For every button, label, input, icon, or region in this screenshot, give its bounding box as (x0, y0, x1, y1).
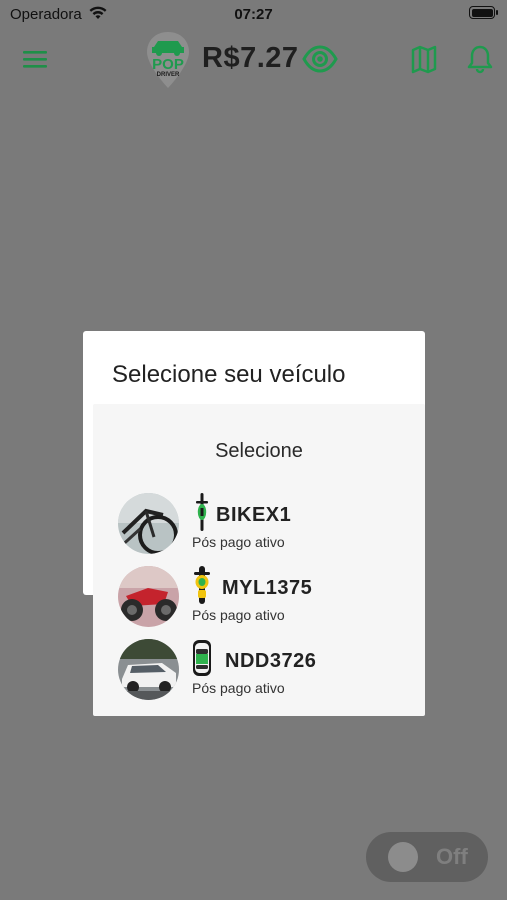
vehicle-photo (118, 566, 179, 627)
toggle-knob (388, 842, 418, 872)
vehicle-item-ndd3726[interactable]: NDD3726 Pós pago ativo (118, 639, 408, 703)
car-icon (193, 640, 211, 676)
logo-text-pop: POP (152, 56, 184, 73)
balance-amount: R$7.27 (202, 42, 299, 74)
eye-icon[interactable] (302, 44, 338, 74)
map-icon[interactable] (410, 44, 438, 74)
vehicle-status: Pós pago ativo (192, 680, 285, 696)
pop-driver-logo: POP DRIVER (144, 30, 192, 90)
vehicle-plate: MYL1375 (222, 577, 313, 599)
status-time: 07:27 (234, 6, 273, 23)
hamburger-menu-icon[interactable] (22, 48, 48, 70)
vehicle-item-bikex1[interactable]: BIKEX1 Pós pago ativo (118, 493, 408, 557)
toggle-label: Off (436, 844, 468, 869)
vehicle-status: Pós pago ativo (192, 607, 285, 623)
bell-icon[interactable] (466, 44, 494, 74)
motorcycle-icon (194, 566, 210, 604)
online-toggle[interactable]: Off (366, 832, 488, 882)
vehicle-photo (118, 493, 179, 554)
battery-icon (469, 6, 498, 19)
vehicle-plate: NDD3726 (225, 650, 317, 672)
modal-title: Selecione (215, 440, 303, 462)
vehicle-picker-modal: Selecione BIKEX1 Pós pago ativo MYL1375 … (93, 404, 425, 716)
vehicle-plate: BIKEX1 (216, 504, 292, 526)
status-bar: Operadora 07:27 (0, 0, 507, 28)
app-header: POP DRIVER R$7.27 (0, 28, 507, 92)
vehicle-item-myl1375[interactable]: MYL1375 Pós pago ativo (118, 566, 408, 630)
vehicle-status: Pós pago ativo (192, 534, 285, 550)
dialog-title: Selecione seu veículo (112, 361, 346, 388)
vehicle-photo (118, 639, 179, 700)
bicycle-icon (196, 493, 208, 531)
logo-text-driver: DRIVER (156, 72, 180, 78)
